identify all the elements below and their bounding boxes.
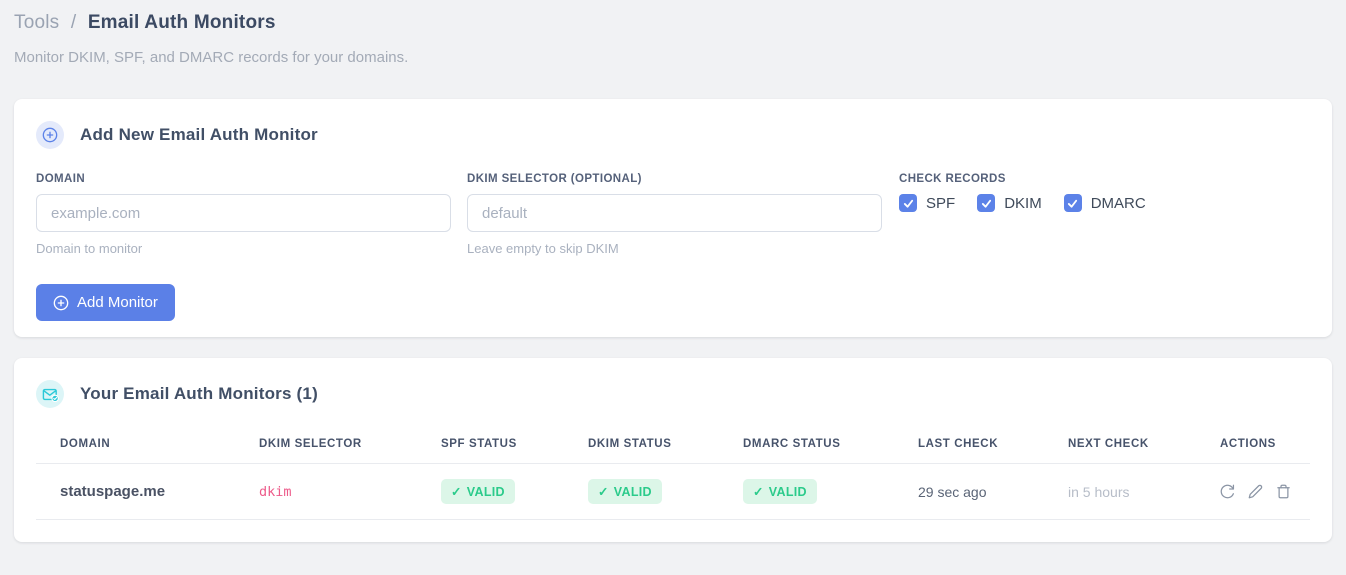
monitors-table-header-row: DOMAIN DKIM SELECTOR SPF STATUS DKIM STA…: [36, 424, 1310, 464]
monitor-last-check: 29 sec ago: [894, 463, 1044, 520]
breadcrumb-tools-link[interactable]: Tools: [14, 12, 59, 33]
spf-status-text: VALID: [466, 484, 505, 499]
column-header-next-check: NEXT CHECK: [1044, 424, 1196, 464]
monitor-actions-cell: [1196, 463, 1310, 520]
column-header-last-check: LAST CHECK: [894, 424, 1044, 464]
spf-checkbox[interactable]: [899, 194, 917, 212]
refresh-button[interactable]: [1220, 484, 1235, 499]
monitor-actions: [1220, 484, 1306, 499]
monitors-table: DOMAIN DKIM SELECTOR SPF STATUS DKIM STA…: [36, 424, 1310, 520]
monitors-card-title: Your Email Auth Monitors (1): [80, 384, 318, 403]
column-header-dkim-status: DKIM STATUS: [564, 424, 719, 464]
dkim-checkbox[interactable]: [977, 194, 996, 212]
dkim-checkbox-item[interactable]: DKIM: [977, 194, 1042, 212]
breadcrumb-separator: /: [70, 12, 77, 33]
edit-button[interactable]: [1248, 484, 1263, 499]
monitors-card: Your Email Auth Monitors (1) DOMAIN DKIM…: [14, 358, 1332, 542]
domain-input[interactable]: [36, 194, 451, 232]
edit-icon: [1248, 484, 1263, 499]
check-icon: [1068, 199, 1078, 208]
monitor-dkim-selector: dkim: [235, 463, 417, 520]
plus-circle-icon: [53, 295, 69, 310]
dmarc-checkbox-item[interactable]: DMARC: [1063, 194, 1146, 212]
monitor-spf-status-cell: ✓ VALID: [417, 463, 564, 520]
check-records-label: CHECK RECORDS: [899, 173, 1006, 185]
check-glyph: ✓: [753, 485, 764, 499]
dmarc-checkbox-label: DMARC: [1090, 194, 1146, 212]
check-icon: [903, 199, 913, 208]
check-records-group: CHECK RECORDS SPF DKIM DMARC: [899, 173, 1146, 212]
email-check-icon: [36, 380, 64, 408]
monitors-card-header: Your Email Auth Monitors (1): [36, 380, 1310, 408]
column-header-domain: DOMAIN: [36, 424, 235, 464]
dkim-selector-field-group: DKIM SELECTOR (OPTIONAL) Leave empty to …: [467, 173, 882, 256]
table-row: statuspage.me dkim ✓ VALID ✓ VALID ✓ VAL…: [36, 463, 1310, 520]
dmarc-status-text: VALID: [768, 484, 807, 499]
check-icon: [981, 199, 991, 208]
dkim-selector-input[interactable]: [467, 194, 882, 232]
breadcrumb: Tools / Email Auth Monitors: [14, 12, 1332, 34]
page-title: Email Auth Monitors: [87, 12, 276, 33]
page-subtitle: Monitor DKIM, SPF, and DMARC records for…: [14, 49, 409, 66]
dkim-status-text: VALID: [613, 484, 652, 499]
add-monitor-button-label: Add Monitor: [77, 294, 158, 311]
delete-button[interactable]: [1276, 484, 1291, 499]
monitor-next-check: in 5 hours: [1044, 463, 1196, 520]
monitor-dkim-status-cell: ✓ VALID: [564, 463, 719, 520]
domain-field-label: DOMAIN: [36, 173, 86, 185]
column-header-actions: ACTIONS: [1196, 424, 1310, 464]
add-monitor-form: DOMAIN Domain to monitor DKIM SELECTOR (…: [36, 173, 1310, 256]
spf-checkbox-item[interactable]: SPF: [899, 194, 955, 212]
domain-field-group: DOMAIN Domain to monitor: [36, 173, 451, 256]
add-monitor-card: Add New Email Auth Monitor DOMAIN Domain…: [14, 99, 1332, 337]
add-monitor-card-header: Add New Email Auth Monitor: [36, 121, 1310, 149]
dmarc-status-badge: ✓ VALID: [743, 479, 817, 504]
spf-status-badge: ✓ VALID: [441, 479, 515, 504]
column-header-spf-status: SPF STATUS: [417, 424, 564, 464]
monitor-domain: statuspage.me: [36, 463, 235, 520]
column-header-dmarc-status: DMARC STATUS: [719, 424, 894, 464]
page: Tools / Email Auth Monitors Monitor DKIM…: [0, 0, 1346, 542]
add-monitor-button[interactable]: Add Monitor: [36, 284, 175, 321]
dkim-selector-field-hint: Leave empty to skip DKIM: [467, 241, 619, 256]
check-records-row: SPF DKIM DMARC: [899, 194, 1146, 212]
monitor-dmarc-status-cell: ✓ VALID: [719, 463, 894, 520]
dkim-selector-field-label: DKIM SELECTOR (OPTIONAL): [467, 173, 642, 185]
refresh-icon: [1220, 484, 1235, 499]
delete-icon: [1277, 484, 1290, 499]
check-glyph: ✓: [451, 485, 462, 499]
dkim-checkbox-label: DKIM: [1004, 194, 1042, 212]
add-monitor-card-title: Add New Email Auth Monitor: [80, 125, 318, 144]
domain-field-hint: Domain to monitor: [36, 241, 143, 256]
dmarc-checkbox[interactable]: [1063, 194, 1082, 212]
spf-checkbox-label: SPF: [926, 194, 956, 212]
dkim-status-badge: ✓ VALID: [588, 479, 662, 504]
column-header-dkim-selector: DKIM SELECTOR: [235, 424, 417, 464]
plus-circle-icon: [36, 121, 64, 149]
check-glyph: ✓: [598, 485, 609, 499]
